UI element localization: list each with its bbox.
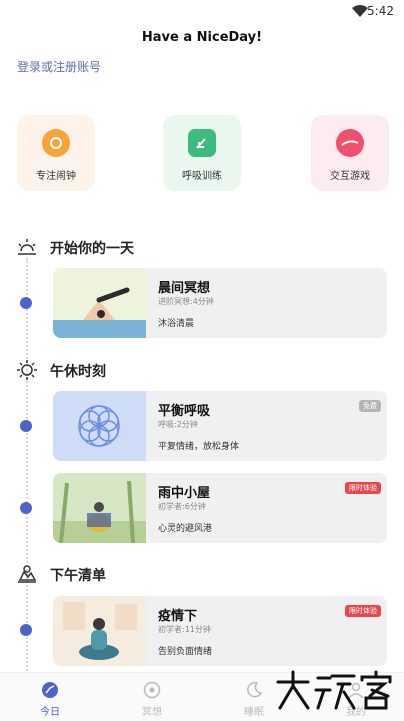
timeline-dot xyxy=(20,624,32,636)
card-morning-meditation[interactable]: 晨间冥想 进阶冥想:4分钟 沐浴清晨 xyxy=(53,268,387,338)
timeline-dot xyxy=(20,502,32,514)
focus-alarm-label: 专注闹钟 xyxy=(36,171,76,182)
timeline-dot xyxy=(20,420,32,432)
focus-alarm-button[interactable]: 专注闹钟 xyxy=(17,115,95,191)
interactive-game-label: 交互游戏 xyxy=(330,171,370,182)
nav-label: 冥想 xyxy=(142,707,162,718)
card-title: 晨间冥想 xyxy=(158,281,211,296)
leaf-icon xyxy=(188,129,216,157)
card-description: 心灵的避风港 xyxy=(158,524,213,534)
card-pandemic[interactable]: 疫情下 初学者:11分钟 告别负面情绪 限时体验 xyxy=(53,596,387,666)
nav-meditation[interactable]: 冥想 xyxy=(122,673,182,721)
sunrise-icon xyxy=(18,239,36,255)
interactive-game-button[interactable]: 交互游戏 xyxy=(311,115,389,191)
status-bar: 5:42 xyxy=(0,0,404,24)
timeline-dot xyxy=(20,297,32,309)
limited-trial-badge: 限时体验 xyxy=(345,605,381,617)
alarm-icon xyxy=(42,129,70,157)
section-title: 下午清单 xyxy=(50,568,106,584)
free-badge: 免费 xyxy=(359,400,381,412)
nav-label: 今日 xyxy=(40,707,60,718)
watermark-logo xyxy=(276,670,392,710)
nav-today[interactable]: 今日 xyxy=(20,673,80,721)
card-balance-breath[interactable]: 平衡呼吸 呼吸:2分钟 平复情绪，放松身体 免费 xyxy=(53,391,387,461)
moon-icon xyxy=(247,681,263,698)
card-meta: 呼吸:2分钟 xyxy=(158,420,198,429)
card-title: 平衡呼吸 xyxy=(158,404,211,419)
breath-training-label: 呼吸训练 xyxy=(182,171,222,182)
game-ball-icon xyxy=(336,129,364,157)
card-meta: 初学者:6分钟 xyxy=(158,502,206,511)
card-title: 雨中小屋 xyxy=(158,486,211,501)
meditation-icon xyxy=(143,681,161,699)
timeline-line xyxy=(26,258,28,678)
today-icon xyxy=(42,682,58,698)
sun-icon xyxy=(17,360,37,380)
card-description: 沐浴清晨 xyxy=(158,319,195,329)
card-title: 疫情下 xyxy=(158,609,198,624)
pandemic-thumbnail xyxy=(53,596,146,666)
rain-thumbnail xyxy=(53,473,146,543)
section-title: 开始你的一天 xyxy=(50,241,134,257)
card-rain-cabin[interactable]: 雨中小屋 初学者:6分钟 心灵的避风港 限时体验 xyxy=(53,473,387,543)
login-register-link[interactable]: 登录或注册账号 xyxy=(17,58,101,75)
limited-trial-badge: 限时体验 xyxy=(345,482,381,494)
sunset-icon xyxy=(18,565,37,583)
card-description: 告别负面情绪 xyxy=(158,647,213,657)
card-description: 平复情绪，放松身体 xyxy=(158,442,240,452)
yoga-thumbnail xyxy=(53,268,146,338)
app-title: Have a NiceDay! xyxy=(141,30,263,45)
status-time: 5:42 xyxy=(367,4,394,18)
section-title: 午休时刻 xyxy=(50,364,106,380)
card-meta: 进阶冥想:4分钟 xyxy=(158,297,214,306)
wifi-icon xyxy=(352,5,368,17)
card-meta: 初学者:11分钟 xyxy=(158,625,211,634)
flower-thumbnail xyxy=(53,391,146,461)
breath-training-button[interactable]: 呼吸训练 xyxy=(163,115,241,191)
